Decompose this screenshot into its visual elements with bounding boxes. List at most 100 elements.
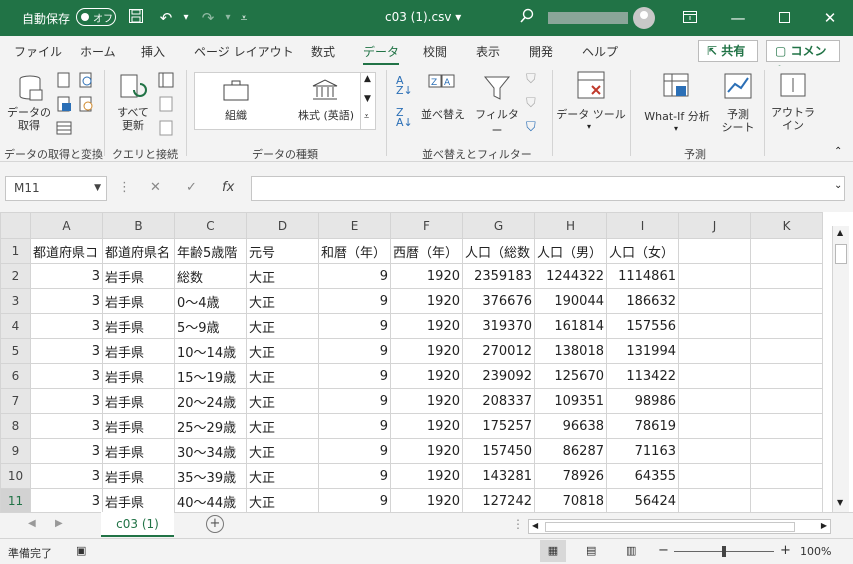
worksheet-grid[interactable]: ABCDEFGHIJK 1 都道府県コ 都道府県名 年齢5歳階 元号 和暦（年） 西暦（年）… (0, 212, 853, 515)
cell-f6[interactable]: 1920 (390, 363, 463, 389)
cancel-icon[interactable]: ✕ (150, 180, 161, 195)
cell-g7[interactable]: 208337 (462, 388, 535, 414)
cell-d9[interactable]: 大正 (246, 438, 319, 464)
cell-f11[interactable]: 1920 (390, 488, 463, 514)
column-header-b[interactable]: B (102, 212, 175, 239)
cell-c1[interactable]: 年齢5歳階 (174, 238, 247, 264)
zoom-slider-thumb[interactable] (722, 546, 726, 557)
cell-i3[interactable]: 186632 (606, 288, 679, 314)
cell-b9[interactable]: 岩手県 (102, 438, 175, 464)
cell-b10[interactable]: 岩手県 (102, 463, 175, 489)
cell-a9[interactable]: 3 (30, 438, 103, 464)
cell-c8[interactable]: 25～29歳 (174, 413, 247, 439)
tab-data[interactable]: データ (363, 43, 400, 65)
cell-f2[interactable]: 1920 (390, 263, 463, 289)
refresh-all-button[interactable]: すべて 更新 (110, 72, 156, 142)
cell-g5[interactable]: 270012 (462, 338, 535, 364)
row-header-7[interactable]: 7 (0, 388, 31, 414)
avatar[interactable] (633, 7, 655, 29)
column-header-e[interactable]: E (318, 212, 391, 239)
cell-g6[interactable]: 239092 (462, 363, 535, 389)
cell-h4[interactable]: 161814 (534, 313, 607, 339)
cell-e1[interactable]: 和暦（年） (318, 238, 391, 264)
zoom-level[interactable]: 100% (800, 545, 831, 558)
cell-h2[interactable]: 1244322 (534, 263, 607, 289)
forecast-sheet-button[interactable]: 予測 シート (718, 70, 758, 140)
cell-j9[interactable] (678, 438, 751, 464)
page-layout-view-icon[interactable]: ▤ (586, 544, 596, 557)
cell-j10[interactable] (678, 463, 751, 489)
save-icon[interactable] (126, 8, 146, 28)
cell-g8[interactable]: 175257 (462, 413, 535, 439)
cell-i11[interactable]: 56424 (606, 488, 679, 514)
cell-k10[interactable] (750, 463, 823, 489)
page-break-view-icon[interactable]: ▥ (626, 544, 636, 557)
cell-g4[interactable]: 319370 (462, 313, 535, 339)
scroll-right-icon[interactable]: ▶ (821, 521, 827, 530)
cell-i1[interactable]: 人口（女） (606, 238, 679, 264)
cell-c2[interactable]: 総数 (174, 263, 247, 289)
cell-g3[interactable]: 376676 (462, 288, 535, 314)
scroll-thumb[interactable] (835, 244, 847, 264)
cell-e3[interactable]: 9 (318, 288, 391, 314)
cell-e10[interactable]: 9 (318, 463, 391, 489)
cell-b3[interactable]: 岩手県 (102, 288, 175, 314)
cell-e9[interactable]: 9 (318, 438, 391, 464)
cell-j8[interactable] (678, 413, 751, 439)
data-type-organization[interactable]: 組織 (203, 77, 269, 125)
select-all-corner[interactable] (0, 212, 31, 239)
cell-i2[interactable]: 1114861 (606, 263, 679, 289)
cell-d3[interactable]: 大正 (246, 288, 319, 314)
cell-k8[interactable] (750, 413, 823, 439)
cell-table[interactable]: ABCDEFGHIJK 1 都道府県コ 都道府県名 年齢5歳階 元号 和暦（年） 西暦（年）… (0, 212, 823, 515)
cell-j11[interactable] (678, 488, 751, 514)
column-header-f[interactable]: F (390, 212, 463, 239)
column-header-c[interactable]: C (174, 212, 247, 239)
sheet-tab-c03[interactable]: c03 (1) (101, 512, 174, 537)
cell-j3[interactable] (678, 288, 751, 314)
tab-formulas[interactable]: 数式 (311, 43, 335, 60)
tab-insert[interactable]: 挿入 (141, 43, 165, 60)
sort-ascending-icon[interactable]: A Z↓ (396, 75, 413, 96)
more-options-icon[interactable]: ⋮ (512, 517, 524, 531)
cell-g11[interactable]: 127242 (462, 488, 535, 514)
cell-k4[interactable] (750, 313, 823, 339)
properties-icon[interactable] (158, 96, 174, 112)
row-header-8[interactable]: 8 (0, 413, 31, 439)
cell-h5[interactable]: 138018 (534, 338, 607, 364)
undo-icon[interactable]: ↶ (156, 8, 176, 28)
row-header-11[interactable]: 11 (0, 488, 31, 515)
column-header-i[interactable]: I (606, 212, 679, 239)
autosave-toggle[interactable]: オフ (76, 8, 116, 26)
cell-b2[interactable]: 岩手県 (102, 263, 175, 289)
tab-view[interactable]: 表示 (476, 43, 500, 60)
collapse-ribbon-icon[interactable]: ⌃ (834, 146, 842, 157)
more-icon[interactable]: ⩡ (364, 112, 369, 122)
cell-k3[interactable] (750, 288, 823, 314)
cell-j2[interactable] (678, 263, 751, 289)
cell-d1[interactable]: 元号 (246, 238, 319, 264)
cell-a11[interactable]: 3 (30, 488, 103, 514)
cell-e2[interactable]: 9 (318, 263, 391, 289)
cell-a10[interactable]: 3 (30, 463, 103, 489)
cell-i5[interactable]: 131994 (606, 338, 679, 364)
row-header-10[interactable]: 10 (0, 463, 31, 489)
cell-g9[interactable]: 157450 (462, 438, 535, 464)
maximize-icon[interactable] (774, 8, 794, 28)
cell-e4[interactable]: 9 (318, 313, 391, 339)
column-header-a[interactable]: A (30, 212, 103, 239)
row-header-4[interactable]: 4 (0, 313, 31, 339)
existing-connections-icon[interactable] (56, 120, 72, 136)
cell-h7[interactable]: 109351 (534, 388, 607, 414)
column-header-g[interactable]: G (462, 212, 535, 239)
edit-links-icon[interactable] (158, 120, 174, 136)
row-header-1[interactable]: 1 (0, 238, 31, 264)
cell-a3[interactable]: 3 (30, 288, 103, 314)
redo-icon[interactable]: ↷ (198, 8, 218, 28)
close-icon[interactable]: ✕ (820, 8, 840, 28)
outline-button[interactable]: アウトラ イン (768, 70, 818, 140)
cell-i8[interactable]: 78619 (606, 413, 679, 439)
cell-d5[interactable]: 大正 (246, 338, 319, 364)
cell-d6[interactable]: 大正 (246, 363, 319, 389)
chevron-down-icon[interactable]: ▼ (94, 177, 101, 200)
